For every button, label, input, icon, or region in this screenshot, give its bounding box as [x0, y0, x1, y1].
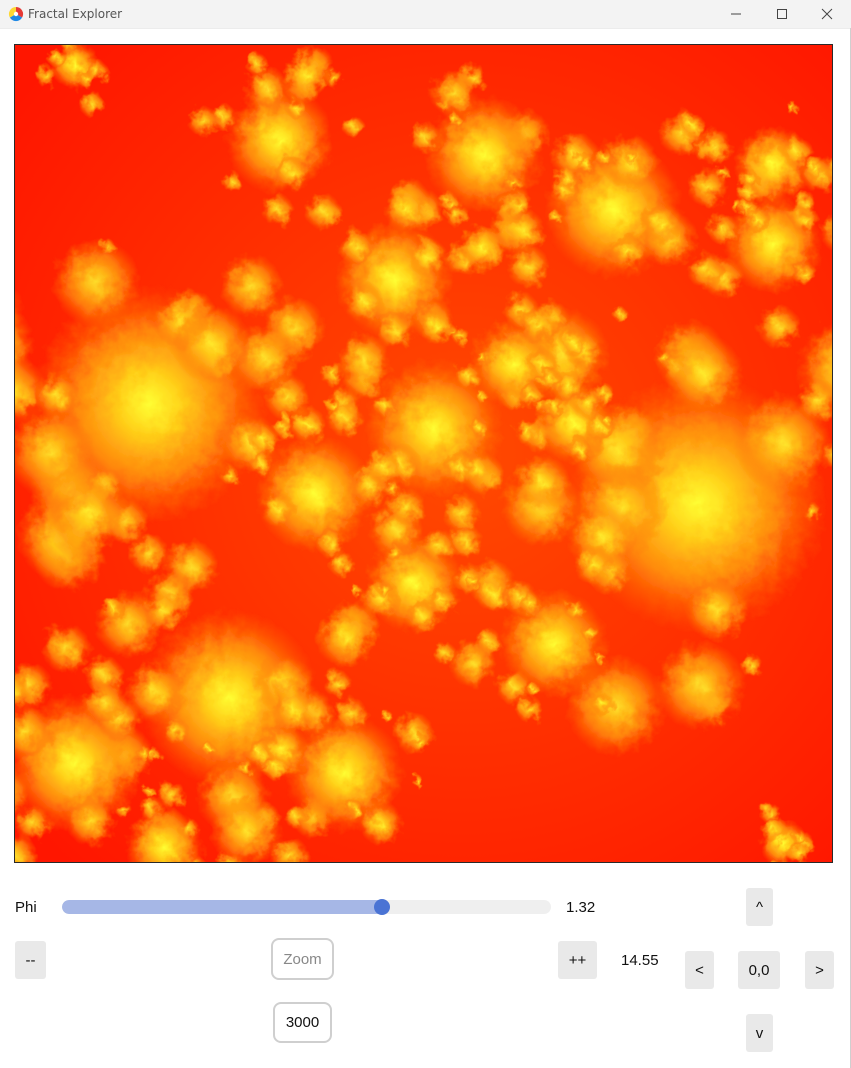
pan-left-button[interactable]: <: [685, 951, 714, 989]
color-wheel-icon: [8, 6, 24, 22]
close-button[interactable]: [804, 0, 850, 28]
pan-right-button[interactable]: >: [805, 951, 834, 989]
phi-slider-fill: [62, 900, 383, 914]
pan-down-button[interactable]: v: [746, 1014, 773, 1052]
zoom-out-button[interactable]: --: [15, 941, 46, 979]
fractal-image: [15, 45, 832, 862]
zoom-in-button[interactable]: ++: [558, 941, 597, 979]
phi-label: Phi: [15, 899, 37, 916]
maximize-button[interactable]: [759, 0, 805, 28]
pan-up-button[interactable]: ^: [746, 888, 773, 926]
fractal-canvas[interactable]: [14, 44, 833, 863]
minimize-button[interactable]: [713, 0, 759, 28]
title-bar: Fractal Explorer: [0, 0, 851, 29]
iterations-input[interactable]: 3000: [273, 1002, 332, 1043]
reset-center-button[interactable]: 0,0: [738, 951, 780, 989]
maximize-icon: [777, 9, 787, 19]
phi-slider[interactable]: [62, 900, 551, 914]
zoom-value: 14.55: [621, 952, 659, 969]
phi-value: 1.32: [566, 899, 596, 916]
close-icon: [821, 8, 833, 20]
minimize-icon: [731, 13, 741, 15]
zoom-input[interactable]: Zoom: [271, 938, 334, 980]
window-title: Fractal Explorer: [28, 7, 123, 21]
